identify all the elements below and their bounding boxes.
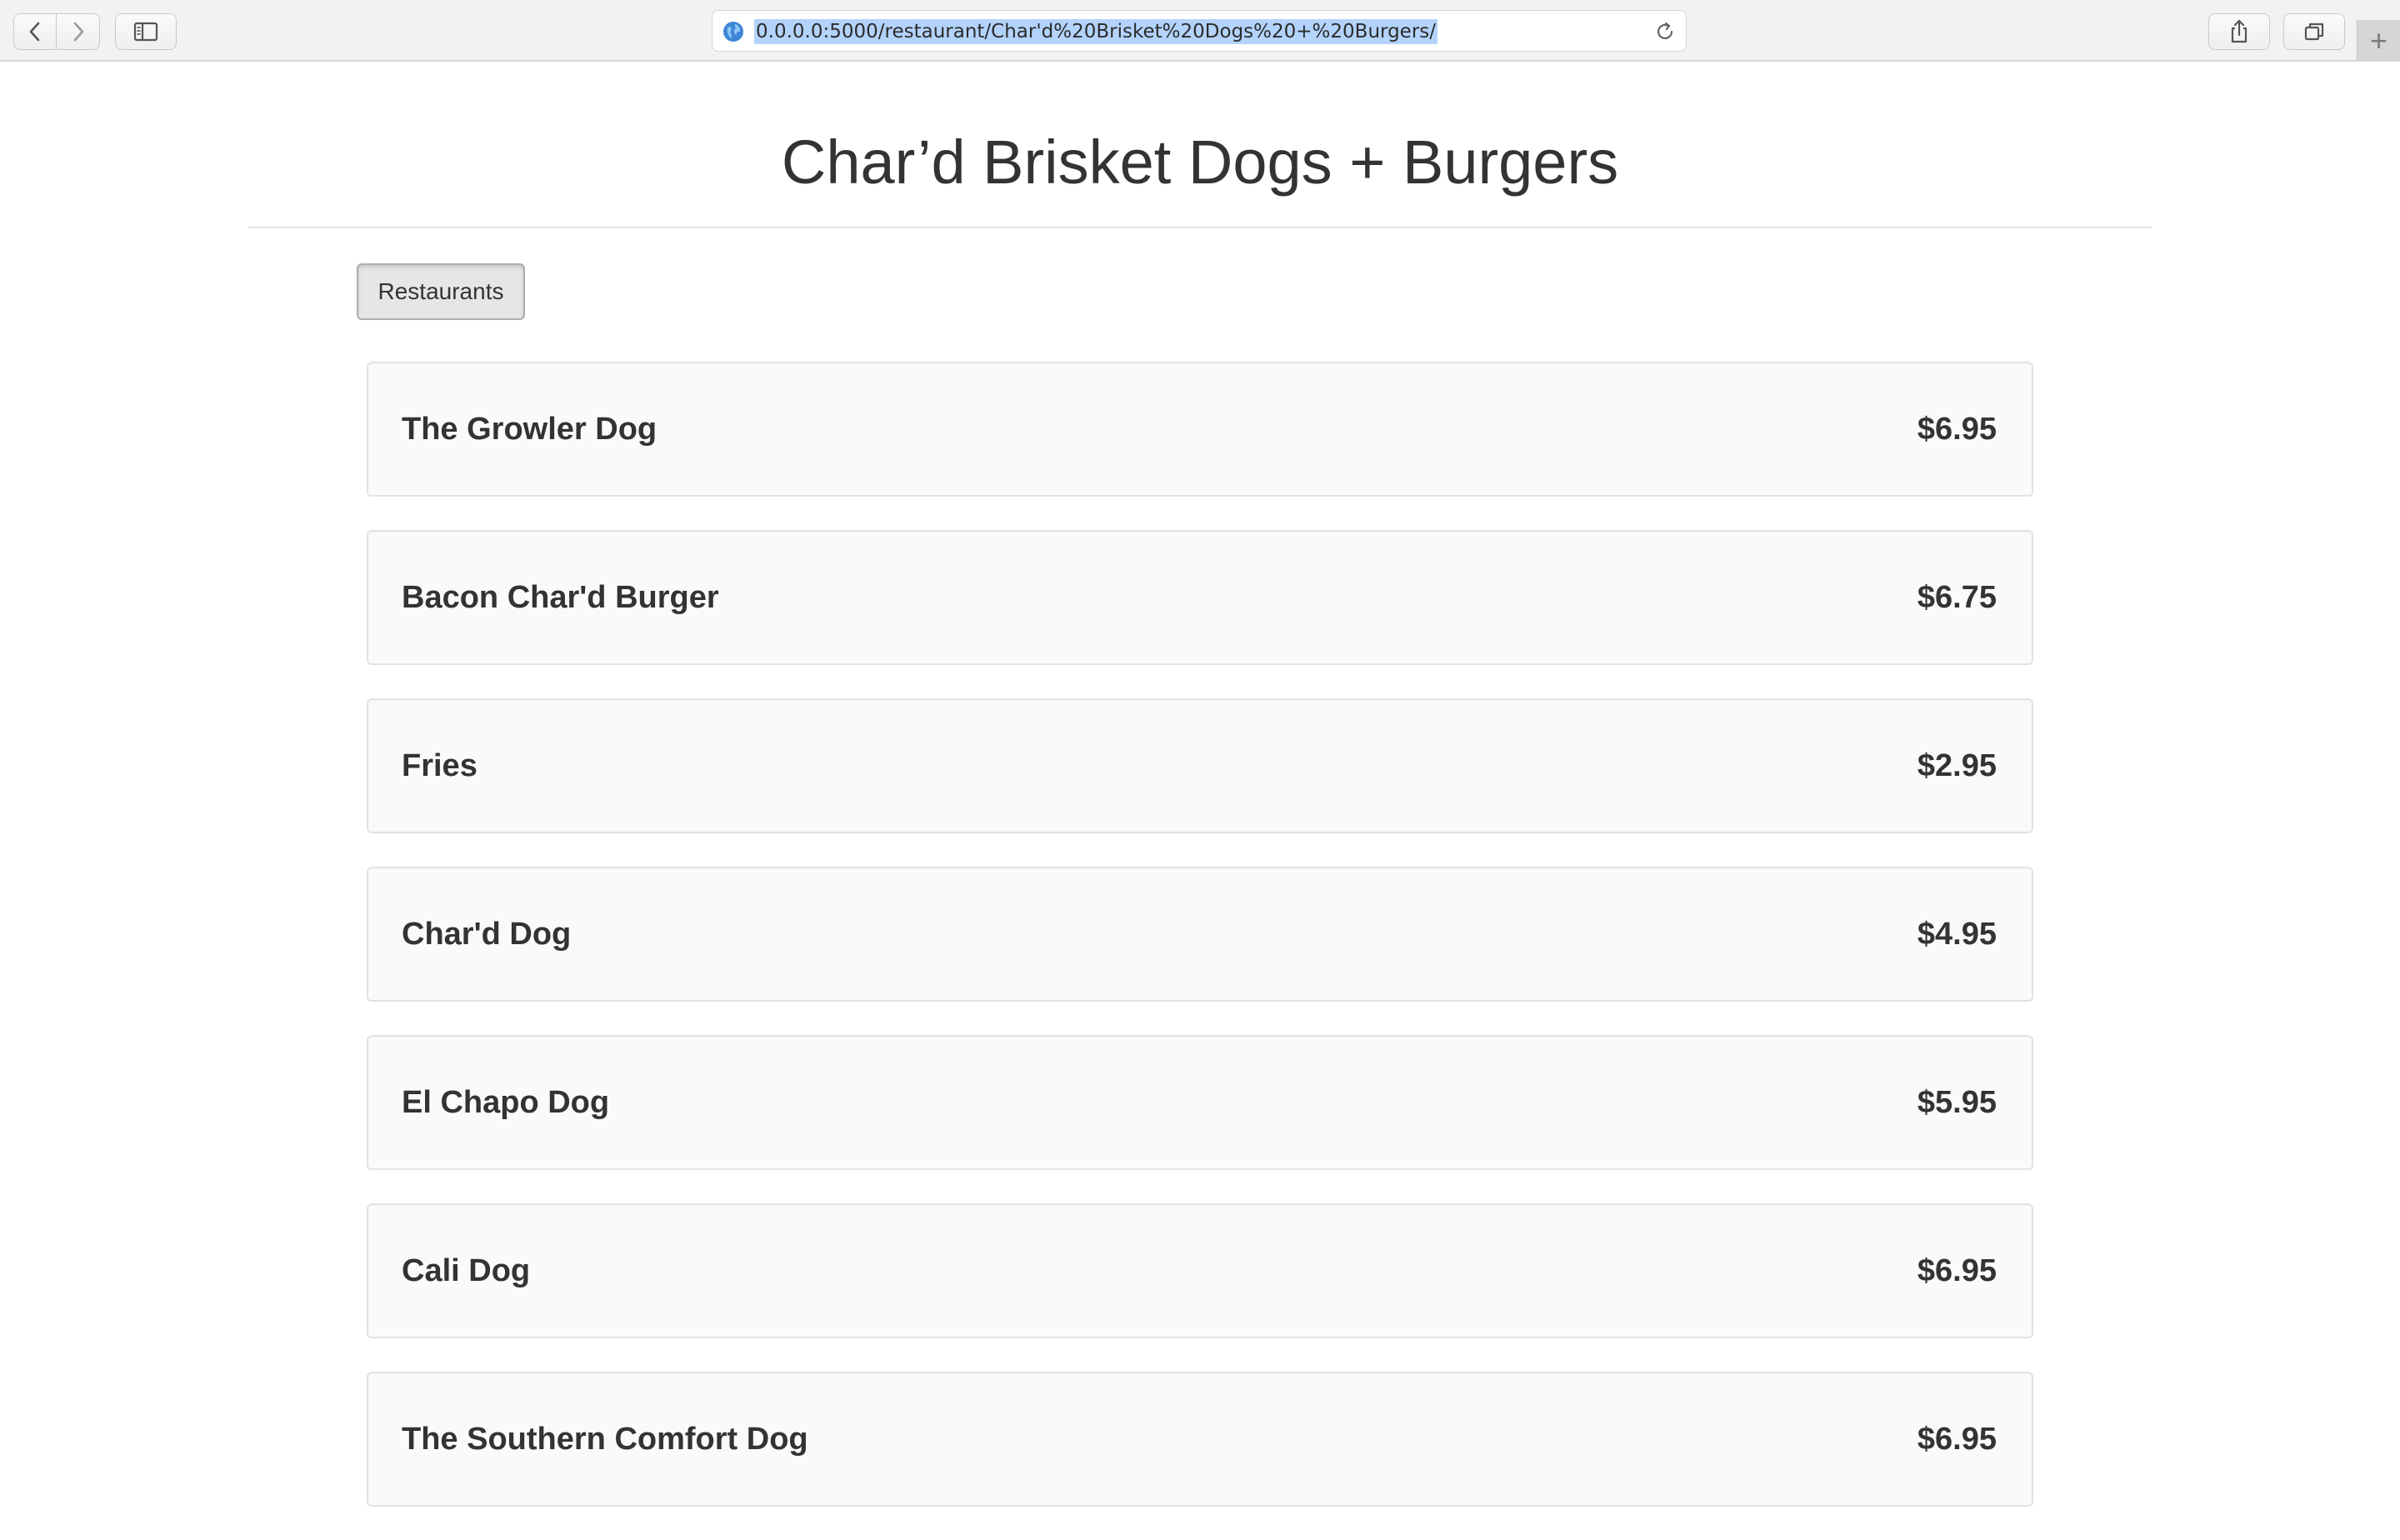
menu-list: The Growler Dog $6.95 Bacon Char'd Burge…	[367, 362, 2033, 1540]
menu-item-name: Fries	[402, 748, 478, 783]
menu-item-price: $4.95	[1917, 917, 1997, 952]
menu-item-price: $6.95	[1917, 1422, 1997, 1457]
restaurants-button[interactable]: Restaurants	[357, 263, 525, 320]
new-tab-button[interactable]: +	[2357, 20, 2400, 62]
menu-item-price: $6.95	[1917, 1253, 1997, 1288]
menu-item-price: $5.95	[1917, 1085, 1997, 1120]
url-text[interactable]: 0.0.0.0:5000/restaurant/Char'd%20Brisket…	[754, 19, 1438, 44]
sidebar-button[interactable]	[115, 13, 177, 50]
menu-item[interactable]: The Southern Comfort Dog $6.95	[367, 1372, 2033, 1507]
menu-item[interactable]: El Chapo Dog $5.95	[367, 1035, 2033, 1170]
share-icon	[2231, 19, 2248, 43]
address-bar[interactable]: 0.0.0.0:5000/restaurant/Char'd%20Brisket…	[712, 10, 1687, 52]
chevron-right-icon	[73, 22, 83, 42]
menu-item-name: El Chapo Dog	[402, 1085, 610, 1120]
tabs-overview-button[interactable]	[2283, 13, 2345, 50]
chevron-left-icon	[29, 22, 40, 42]
menu-item[interactable]: The Growler Dog $6.95	[367, 362, 2033, 497]
sidebar-icon	[133, 22, 158, 42]
browser-toolbar: 0.0.0.0:5000/restaurant/Char'd%20Brisket…	[0, 0, 2400, 62]
history-nav-group	[13, 13, 100, 50]
menu-item-name: The Southern Comfort Dog	[402, 1422, 808, 1457]
reload-icon[interactable]	[1654, 21, 1676, 42]
menu-item-name: Cali Dog	[402, 1253, 531, 1288]
menu-item-name: Bacon Char'd Burger	[402, 580, 719, 615]
menu-item-name: The Growler Dog	[402, 412, 658, 447]
menu-item-name: Char'd Dog	[402, 917, 572, 952]
forward-button[interactable]	[57, 13, 100, 50]
globe-icon	[723, 22, 743, 42]
menu-item-price: $6.95	[1917, 412, 1997, 447]
menu-item-price: $6.75	[1917, 580, 1997, 615]
page-title: Char’d Brisket Dogs + Burgers	[781, 128, 1619, 197]
share-button[interactable]	[2208, 13, 2270, 50]
menu-item[interactable]: Bacon Char'd Burger $6.75	[367, 530, 2033, 665]
menu-item[interactable]: Fries $2.95	[367, 698, 2033, 833]
menu-item-price: $2.95	[1917, 748, 1997, 783]
back-button[interactable]	[13, 13, 57, 50]
title-divider	[248, 227, 2152, 228]
menu-item[interactable]: Char'd Dog $4.95	[367, 867, 2033, 1002]
menu-item[interactable]: Cali Dog $6.95	[367, 1203, 2033, 1338]
tabs-overview-icon	[2304, 22, 2324, 41]
